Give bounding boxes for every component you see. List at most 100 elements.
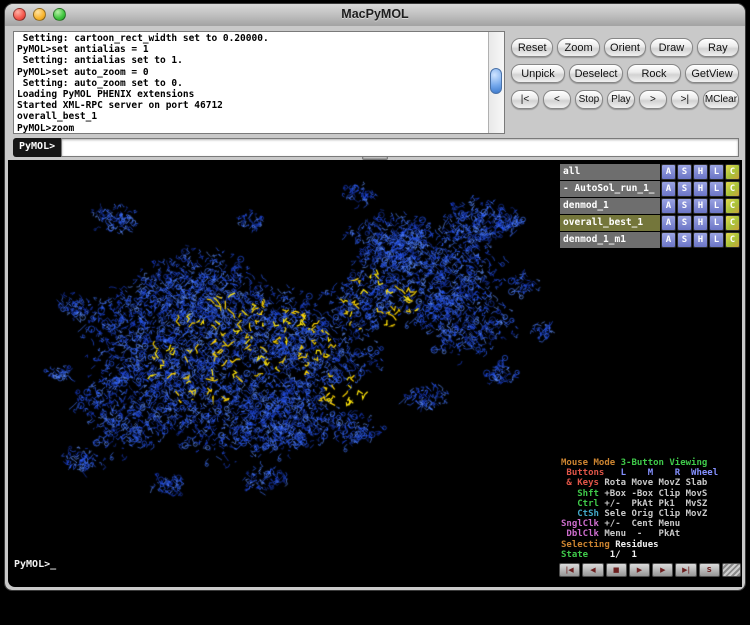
minimize-button[interactable] <box>33 8 46 21</box>
object-row: all A S H L C <box>560 164 740 180</box>
color-menu-button[interactable]: C <box>725 215 740 231</box>
toolbar-row-2: Unpick Deselect Rock GetView <box>511 64 739 83</box>
vcr-play-button[interactable]: ▶ <box>629 563 650 577</box>
dblclk-values: Menu - PkAt <box>604 529 680 539</box>
ctrl-label: Ctrl <box>561 499 604 509</box>
deselect-button[interactable]: Deselect <box>569 64 623 83</box>
mclear-button[interactable]: MClear <box>703 90 739 109</box>
molecule-viewport[interactable] <box>10 164 560 574</box>
object-name[interactable]: denmod_1 <box>560 198 660 214</box>
selecting-label: Selecting <box>561 540 610 550</box>
console-line: PyMOL>zoom <box>17 123 487 134</box>
show-menu-button[interactable]: S <box>677 181 692 197</box>
close-button[interactable] <box>13 8 26 21</box>
vcr-forward-button[interactable]: ▶ <box>652 563 673 577</box>
hide-menu-button[interactable]: H <box>693 198 708 214</box>
movie-stop-button[interactable]: Stop <box>575 90 603 109</box>
getview-button[interactable]: GetView <box>685 64 739 83</box>
object-list: all A S H L C - AutoSol_run_1_ A S H L C… <box>560 164 740 249</box>
object-name[interactable]: - AutoSol_run_1_ <box>560 181 660 197</box>
draw-button[interactable]: Draw <box>650 38 692 57</box>
action-menu-button[interactable]: A <box>661 198 676 214</box>
show-menu-button[interactable]: S <box>677 198 692 214</box>
hide-menu-button[interactable]: H <box>693 215 708 231</box>
main-area: PyMOL>_ all A S H L C - AutoSol_run_1_ A… <box>8 160 742 587</box>
vcr-controls: |◀ ◀ ■ ▶ ▶ ▶| S <box>559 563 741 577</box>
console-line: Setting: cartoon_rect_width set to 0.200… <box>17 33 487 44</box>
toolbar-row-1: Reset Zoom Orient Draw Ray <box>511 38 739 57</box>
rock-button[interactable]: Rock <box>627 64 681 83</box>
ctsh-label: CtSh <box>561 509 604 519</box>
vcr-stop-button[interactable]: ■ <box>606 563 627 577</box>
unpick-button[interactable]: Unpick <box>511 64 565 83</box>
show-menu-button[interactable]: S <box>677 232 692 248</box>
object-panel: all A S H L C - AutoSol_run_1_ A S H L C… <box>558 162 742 587</box>
console-line: Loading PyMOL PHENIX extensions <box>17 89 487 100</box>
console-line: Started XML-RPC server on port 46712 <box>17 100 487 111</box>
console-line: Setting: antialias set to 1. <box>17 55 487 66</box>
mouse-panel: Mouse Mode 3-Button Viewing Buttons L M … <box>561 458 742 560</box>
movie-first-button[interactable]: |< <box>511 90 539 109</box>
movie-play-button[interactable]: Play <box>607 90 635 109</box>
label-menu-button[interactable]: L <box>709 181 724 197</box>
buttons-label: Buttons <box>561 468 604 478</box>
movie-last-button[interactable]: >| <box>671 90 699 109</box>
mouse-matrix-row: SnglClk +/- Cent Menu <box>561 519 742 529</box>
console-scrollbar[interactable] <box>488 32 504 133</box>
scrollbar-thumb[interactable] <box>490 68 502 94</box>
console-line: PyMOL>set auto_zoom = 0 <box>17 67 487 78</box>
hide-menu-button[interactable]: H <box>693 232 708 248</box>
label-menu-button[interactable]: L <box>709 232 724 248</box>
color-menu-button[interactable]: C <box>725 181 740 197</box>
object-row: - AutoSol_run_1_ A S H L C <box>560 181 740 197</box>
action-menu-button[interactable]: A <box>661 181 676 197</box>
toolbar-row-3: |< < Stop Play > >| MClear <box>511 90 739 109</box>
macpymol-window: MacPyMOL Setting: cartoon_rect_width set… <box>5 4 745 590</box>
ray-button[interactable]: Ray <box>697 38 739 57</box>
action-menu-button[interactable]: A <box>661 232 676 248</box>
action-menu-button[interactable]: A <box>661 215 676 231</box>
command-input[interactable] <box>61 138 739 157</box>
console-line: overall_best_1 <box>17 111 487 122</box>
movie-back-button[interactable]: < <box>543 90 571 109</box>
show-menu-button[interactable]: S <box>677 215 692 231</box>
object-name[interactable]: all <box>560 164 660 180</box>
vcr-scene-button[interactable]: S <box>699 563 720 577</box>
reset-button[interactable]: Reset <box>511 38 553 57</box>
dblclk-label: DblClk <box>561 529 604 539</box>
object-name[interactable]: denmod_1_m1 <box>560 232 660 248</box>
movie-forward-button[interactable]: > <box>639 90 667 109</box>
vcr-rewind-button[interactable]: |◀ <box>559 563 580 577</box>
label-menu-button[interactable]: L <box>709 164 724 180</box>
object-row: denmod_1_m1 A S H L C <box>560 232 740 248</box>
shift-label: Shft <box>561 489 604 499</box>
vcr-back-button[interactable]: ◀ <box>582 563 603 577</box>
orient-button[interactable]: Orient <box>604 38 646 57</box>
show-menu-button[interactable]: S <box>677 164 692 180</box>
ctrl-values: +/- PkAt Pk1 MvSZ <box>604 499 707 509</box>
shift-values: +Box -Box Clip MovS <box>604 489 707 499</box>
state-label: State <box>561 550 588 560</box>
color-menu-button[interactable]: C <box>725 164 740 180</box>
object-name[interactable]: overall_best_1 <box>560 215 660 231</box>
vcr-end-button[interactable]: ▶| <box>675 563 696 577</box>
ctsh-values: Sele Orig Clip MovZ <box>604 509 707 519</box>
mouse-mode-value: 3-Button Viewing <box>615 458 707 468</box>
mouse-mode-line[interactable]: Mouse Mode 3-Button Viewing <box>561 458 742 468</box>
hide-menu-button[interactable]: H <box>693 181 708 197</box>
selecting-line[interactable]: Selecting Residues <box>561 540 742 550</box>
title-bar[interactable]: MacPyMOL <box>5 4 745 27</box>
label-menu-button[interactable]: L <box>709 198 724 214</box>
color-menu-button[interactable]: C <box>725 232 740 248</box>
action-menu-button[interactable]: A <box>661 164 676 180</box>
zoom-window-button[interactable] <box>53 8 66 21</box>
keys-values: Rota Move MovZ Slab <box>604 478 707 488</box>
zoom-button[interactable]: Zoom <box>557 38 599 57</box>
console-line: Setting: auto_zoom set to 0. <box>17 78 487 89</box>
label-menu-button[interactable]: L <box>709 215 724 231</box>
color-menu-button[interactable]: C <box>725 198 740 214</box>
resize-grip[interactable] <box>722 563 741 577</box>
state-line[interactable]: State 1/ 1 <box>561 550 742 560</box>
viewport-prompt: PyMOL>_ <box>14 559 56 570</box>
hide-menu-button[interactable]: H <box>693 164 708 180</box>
